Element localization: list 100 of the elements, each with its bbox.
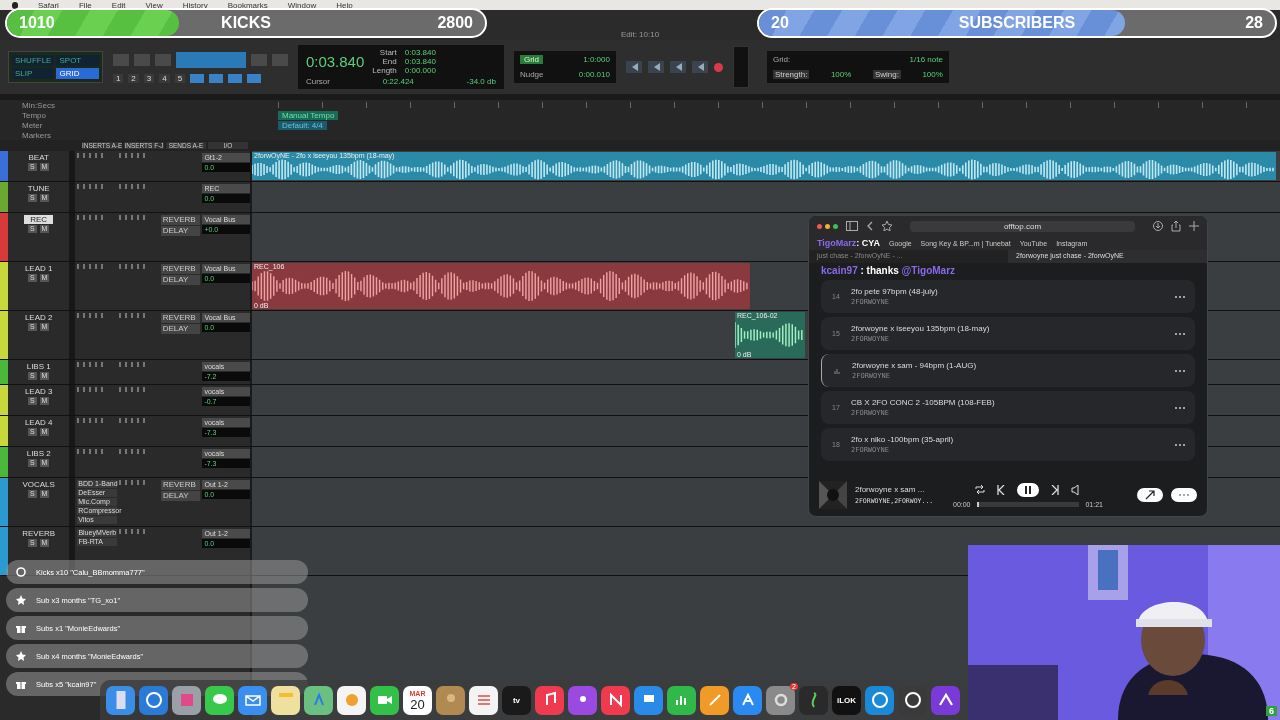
more-icon[interactable] (1175, 332, 1185, 335)
track-name[interactable]: LIBS 1 (20, 362, 57, 371)
strength-value[interactable]: 100% (830, 70, 852, 79)
zoom-preset-button[interactable]: 2 (128, 73, 139, 83)
ruler-label: Tempo (22, 110, 47, 120)
app-icon[interactable] (733, 685, 762, 715)
back-icon[interactable] (866, 221, 874, 231)
pause-button[interactable] (1017, 482, 1039, 497)
track-name[interactable]: LEAD 3 (18, 387, 59, 396)
toggle-button[interactable] (209, 73, 224, 83)
skip-icon[interactable] (669, 61, 686, 73)
app-icon[interactable] (601, 685, 630, 715)
zoom-preset-button[interactable]: 3 (143, 73, 155, 83)
app-icon[interactable] (370, 685, 399, 715)
app-icon[interactable] (469, 685, 498, 715)
star-icon[interactable] (882, 221, 892, 231)
track-name[interactable]: VOCALS (16, 480, 61, 489)
apple-icon[interactable] (12, 1, 18, 9)
swing-value[interactable]: 100% (922, 70, 943, 79)
menu-item[interactable]: View (145, 0, 163, 10)
goal-target: 2800 (437, 14, 473, 32)
repeat-icon[interactable] (975, 485, 985, 494)
edit-mode-button[interactable]: GRID (56, 68, 99, 79)
app-icon[interactable] (106, 685, 135, 715)
menu-item[interactable]: History (182, 0, 208, 10)
download-icon[interactable] (1153, 221, 1163, 231)
send-slot[interactable]: REVERB (160, 313, 201, 323)
menu-item[interactable]: File (78, 0, 92, 10)
send-slot[interactable]: REVERB (160, 215, 201, 225)
edit-mode-button[interactable]: SPOT (56, 55, 99, 66)
app-icon[interactable] (667, 685, 696, 715)
new-tab-icon[interactable] (1189, 221, 1199, 231)
grid-value[interactable]: 1:0:000 (583, 55, 610, 64)
app-icon[interactable] (700, 685, 729, 715)
share-icon[interactable] (1171, 220, 1181, 232)
app-icon[interactable]: iLOK (832, 685, 861, 715)
app-icon[interactable] (931, 685, 960, 715)
sidebar-icon[interactable] (846, 221, 858, 231)
grid-mode-button[interactable]: Grid (519, 55, 544, 64)
app-icon[interactable] (205, 685, 234, 715)
skip-icon[interactable] (647, 61, 664, 73)
app-icon[interactable] (271, 685, 300, 715)
zoom-preset-button[interactable]: 5 (174, 73, 186, 83)
skip-icon[interactable] (625, 61, 642, 73)
app-icon[interactable] (238, 685, 267, 715)
edit-mode-button[interactable]: SLIP (12, 68, 55, 79)
app-icon[interactable]: tv (502, 685, 531, 715)
app-icon[interactable] (865, 685, 894, 715)
edit-tool-group[interactable] (175, 51, 246, 68)
track-name[interactable]: REVERB (16, 529, 62, 538)
end-value: 0:03.840 (404, 57, 436, 66)
app-icon[interactable] (337, 685, 366, 715)
address-bar[interactable]: offtop.com (910, 220, 1135, 232)
track-name[interactable]: LEAD 4 (18, 418, 59, 427)
app-icon[interactable] (634, 685, 663, 715)
track-name[interactable]: LIBS 2 (20, 449, 57, 458)
toggle-button[interactable] (190, 73, 205, 83)
track-name[interactable]: LEAD 2 (18, 313, 59, 322)
volume-icon[interactable] (1071, 484, 1081, 495)
app-icon[interactable] (535, 685, 564, 715)
previous-icon[interactable] (997, 484, 1005, 495)
expand-button[interactable] (1137, 488, 1163, 502)
send-slot[interactable]: DELAY (160, 491, 201, 501)
toggle-button[interactable] (228, 73, 243, 83)
more-button[interactable] (1171, 488, 1197, 502)
menu-item[interactable]: Safari (38, 0, 59, 10)
goal-label: SUBSCRIBERS (958, 14, 1076, 32)
window-controls[interactable] (817, 223, 838, 229)
more-icon[interactable] (1175, 406, 1185, 409)
track-name[interactable]: BEAT (22, 153, 55, 162)
grid-note[interactable]: 1/16 note (909, 55, 943, 64)
zoom-preset-button[interactable]: 1 (112, 73, 124, 83)
nudge-value[interactable]: 0:00.010 (578, 70, 610, 79)
send-slot[interactable]: DELAY (160, 324, 201, 334)
edit-mode-button[interactable]: SHUFFLE (12, 55, 55, 66)
app-icon[interactable] (568, 685, 597, 715)
more-icon[interactable] (1175, 369, 1185, 372)
zoom-preset-button[interactable]: 4 (159, 73, 170, 83)
send-slot[interactable]: DELAY (160, 226, 201, 236)
menu-item[interactable]: Bookmarks (227, 0, 268, 10)
menu-item[interactable]: Window (287, 0, 317, 10)
skip-icon[interactable] (691, 61, 708, 73)
send-slot[interactable]: DELAY (160, 275, 201, 285)
progress-track[interactable] (976, 501, 1080, 507)
toggle-button[interactable] (247, 73, 262, 83)
app-icon[interactable] (799, 685, 828, 715)
app-icon[interactable] (139, 685, 168, 715)
goal-target: 28 (1245, 14, 1263, 32)
record-button[interactable] (713, 62, 723, 72)
track-name[interactable]: REC (24, 215, 54, 224)
send-slot[interactable]: REVERB (160, 264, 201, 274)
next-icon[interactable] (1051, 484, 1059, 495)
app-icon[interactable] (304, 685, 333, 715)
track-name[interactable]: TUNE (21, 184, 56, 193)
more-icon[interactable] (1175, 443, 1185, 446)
menu-item[interactable]: Edit (111, 0, 126, 10)
track-name[interactable]: LEAD 1 (18, 264, 59, 273)
more-icon[interactable] (1175, 295, 1185, 298)
app-icon[interactable] (436, 685, 465, 715)
send-slot[interactable]: REVERB (160, 480, 201, 490)
